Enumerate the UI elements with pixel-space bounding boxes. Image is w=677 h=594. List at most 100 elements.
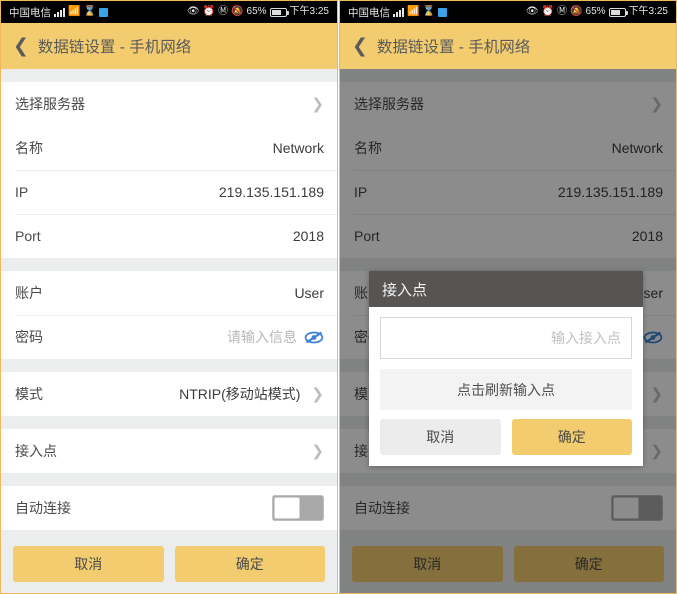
- section-gap: [1, 258, 337, 271]
- battery-percent-label: 65%: [585, 6, 606, 17]
- row-label: 模式: [15, 386, 43, 402]
- row-auto-connect[interactable]: 自动连接: [340, 486, 676, 530]
- phone-screenshot-right: 中国电信 📶 ⌛ 👁 ⏰ Ⓜ 🔕 65% 下午3:25 ❮ 数据链设置 - 手机…: [339, 0, 677, 594]
- row-port[interactable]: Port 2018: [340, 214, 676, 258]
- page-title: 数据链设置 - 手机网络: [376, 39, 531, 56]
- section-gap: [1, 416, 337, 429]
- settings-group-connection: 名称 Network IP 219.135.151.189 Port 2018: [1, 126, 337, 258]
- confirm-button[interactable]: 确定: [174, 546, 325, 582]
- row-ip[interactable]: IP 219.135.151.189: [340, 170, 676, 214]
- settings-group-server: 选择服务器 ❯: [1, 82, 337, 126]
- row-select-server[interactable]: 选择服务器 ❯: [340, 82, 676, 126]
- mountpoint-input[interactable]: [380, 317, 632, 359]
- status-bar-right: 👁 ⏰ Ⓜ 🔕 65% 下午3:25: [187, 7, 329, 17]
- battery-icon: [608, 7, 628, 17]
- eye-icon: 👁: [186, 6, 200, 17]
- alarm-clock-icon: ⏰: [202, 6, 216, 17]
- row-name[interactable]: 名称 Network: [1, 126, 337, 170]
- row-password[interactable]: 密码 请输入信息: [1, 315, 337, 359]
- mountpoint-dialog: 接入点 点击刷新输入点 取消 确定: [369, 271, 643, 466]
- eye-icon: 👁: [525, 6, 539, 17]
- row-value-wrapper: 请输入信息: [227, 327, 324, 347]
- hourglass-icon: ⌛: [422, 6, 435, 17]
- app-bar: ❮ 数据链设置 - 手机网络: [1, 23, 337, 69]
- chevron-right-icon: ❯: [650, 95, 663, 113]
- row-account[interactable]: 账户 User: [1, 271, 337, 315]
- row-label: 自动连接: [15, 500, 71, 516]
- eye-slash-icon[interactable]: [304, 331, 324, 344]
- phone-screenshot-left: 中国电信 📶 ⌛ 👁 ⏰ Ⓜ 🔕 65% 下午3:25 ❮ 数据链设置 - 手机…: [0, 0, 338, 594]
- app-square-icon: [437, 7, 447, 17]
- status-bar-left: 中国电信 📶 ⌛: [348, 5, 447, 20]
- row-mountpoint[interactable]: 接入点 ❯: [1, 429, 337, 473]
- row-value: Network: [272, 140, 324, 156]
- row-value: 2018: [631, 228, 663, 244]
- hourglass-icon: ⌛: [83, 6, 96, 17]
- battery-icon: [269, 7, 289, 17]
- section-gap: [1, 359, 337, 372]
- settings-list: 选择服务器 ❯ 名称 Network IP 219.135.151.189 Po…: [340, 69, 676, 593]
- dialog-confirm-button[interactable]: 确定: [511, 419, 632, 455]
- bluetooth-icon: Ⓜ: [218, 6, 229, 17]
- status-bar: 中国电信 📶 ⌛ 👁 ⏰ Ⓜ 🔕 65% 下午3:25: [1, 1, 337, 23]
- row-label: 密码: [15, 329, 43, 345]
- row-value: 2018: [292, 228, 324, 244]
- signal-icon: [54, 7, 65, 17]
- dialog-title: 接入点: [382, 281, 428, 299]
- back-arrow-icon[interactable]: ❮: [352, 37, 368, 56]
- row-mode[interactable]: 模式 NTRIP(移动站模式) ❯: [1, 372, 337, 416]
- row-label: 账户: [15, 285, 43, 301]
- bottom-action-bar: 取消 确定: [340, 533, 676, 593]
- carrier-label: 中国电信: [9, 6, 51, 19]
- eye-slash-icon[interactable]: [643, 331, 663, 344]
- row-auto-connect[interactable]: 自动连接: [1, 486, 337, 530]
- dialog-actions: 取消 确定: [369, 410, 643, 466]
- clock-label: 下午3:25: [289, 6, 329, 17]
- row-label: IP: [354, 184, 368, 200]
- row-select-server[interactable]: 选择服务器 ❯: [1, 82, 337, 126]
- chevron-right-icon: ❯: [311, 385, 324, 403]
- chevron-right-icon: ❯: [311, 442, 324, 460]
- settings-group-autoconnect: 自动连接: [1, 486, 337, 530]
- confirm-button[interactable]: 确定: [513, 546, 664, 582]
- mute-icon: 🔕: [231, 6, 244, 17]
- section-gap: [340, 69, 676, 82]
- clock-label: 下午3:25: [628, 6, 668, 17]
- row-ip[interactable]: IP 219.135.151.189: [1, 170, 337, 214]
- cancel-button[interactable]: 取消: [13, 546, 164, 582]
- settings-group-credentials: 账户 User 密码 请输入信息: [1, 271, 337, 359]
- row-label: 名称: [354, 140, 382, 156]
- wifi-icon: 📶: [68, 6, 81, 17]
- status-bar: 中国电信 📶 ⌛ 👁 ⏰ Ⓜ 🔕 65% 下午3:25: [340, 1, 676, 23]
- dialog-cancel-button[interactable]: 取消: [380, 419, 501, 455]
- refresh-mountpoint-button[interactable]: 点击刷新输入点: [380, 369, 632, 410]
- row-value: NTRIP(移动站模式): [179, 386, 301, 402]
- auto-connect-toggle[interactable]: [611, 495, 663, 521]
- page-title: 数据链设置 - 手机网络: [37, 39, 192, 56]
- row-label: Port: [354, 228, 380, 244]
- section-gap: [1, 473, 337, 486]
- row-value: User: [294, 285, 324, 301]
- auto-connect-toggle[interactable]: [272, 495, 324, 521]
- row-port[interactable]: Port 2018: [1, 214, 337, 258]
- settings-group-mode: 模式 NTRIP(移动站模式) ❯: [1, 372, 337, 416]
- row-label: 选择服务器: [15, 96, 85, 112]
- carrier-label: 中国电信: [348, 6, 390, 19]
- row-value: Network: [611, 140, 663, 156]
- status-bar-left: 中国电信 📶 ⌛: [9, 5, 108, 20]
- settings-group-autoconnect: 自动连接: [340, 486, 676, 530]
- alarm-clock-icon: ⏰: [541, 6, 555, 17]
- mute-icon: 🔕: [570, 6, 583, 17]
- dialog-body: 点击刷新输入点: [369, 307, 643, 410]
- screenshot-stage: 中国电信 📶 ⌛ 👁 ⏰ Ⓜ 🔕 65% 下午3:25 ❮ 数据链设置 - 手机…: [0, 0, 677, 594]
- row-value: 219.135.151.189: [218, 184, 324, 200]
- row-name[interactable]: 名称 Network: [340, 126, 676, 170]
- cancel-button[interactable]: 取消: [352, 546, 503, 582]
- section-gap: [340, 473, 676, 486]
- password-placeholder: 请输入信息: [227, 329, 297, 345]
- row-label: Port: [15, 228, 41, 244]
- row-label: IP: [15, 184, 29, 200]
- toggle-knob: [613, 497, 639, 519]
- section-gap: [340, 258, 676, 271]
- back-arrow-icon[interactable]: ❮: [13, 37, 29, 56]
